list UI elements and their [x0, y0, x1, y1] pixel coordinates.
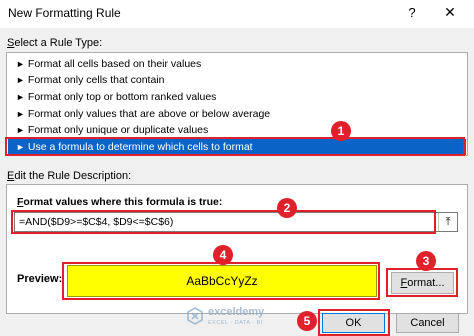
cancel-button[interactable]: Cancel — [396, 313, 459, 333]
rule-type-label: Select a Rule Type: — [7, 37, 103, 49]
help-button[interactable]: ? — [405, 5, 419, 20]
preview-label: Preview: — [17, 273, 63, 285]
formula-label: Format values where this formula is true… — [17, 196, 223, 208]
rule-type-item[interactable]: ► Format only cells that contain — [8, 72, 466, 88]
watermark-name: exceldemy — [208, 306, 265, 318]
dialog-title: New Formatting Rule — [8, 6, 121, 20]
annotation-highlight-rule — [5, 137, 465, 156]
collapse-dialog-icon[interactable]: ⤒ — [438, 213, 457, 231]
annotation-highlight-ok — [318, 309, 390, 336]
close-button[interactable]: ✕ — [442, 4, 458, 21]
bullet-arrow-icon: ► — [16, 109, 25, 119]
annotation-highlight-format — [386, 268, 458, 297]
rule-description-label: Edit the Rule Description: — [7, 170, 132, 182]
bullet-arrow-icon: ► — [16, 125, 25, 135]
preview-sample: AaBbCcYyZz — [67, 265, 377, 297]
bullet-arrow-icon: ► — [16, 59, 25, 69]
annotation-badge: 3 — [416, 251, 436, 271]
rule-type-item[interactable]: ► Format only unique or duplicate values — [8, 122, 466, 138]
annotation-highlight-formula — [11, 210, 436, 234]
watermark: exceldemy EXCEL · DATA · BI — [186, 303, 306, 329]
bullet-arrow-icon: ► — [16, 92, 25, 102]
annotation-badge: 2 — [277, 198, 297, 218]
rule-type-item[interactable]: ► Format only values that are above or be… — [8, 106, 466, 122]
annotation-badge: 5 — [297, 311, 317, 331]
bullet-arrow-icon: ► — [16, 75, 25, 85]
rule-type-item[interactable]: ► Format all cells based on their values — [8, 56, 466, 72]
annotation-badge: 4 — [213, 245, 233, 265]
rule-type-item[interactable]: ► Format only top or bottom ranked values — [8, 89, 466, 105]
watermark-tagline: EXCEL · DATA · BI — [208, 320, 263, 326]
annotation-badge: 1 — [331, 121, 351, 141]
title-bar: New Formatting Rule ? ✕ — [0, 0, 474, 28]
exceldemy-logo-icon — [187, 307, 203, 325]
